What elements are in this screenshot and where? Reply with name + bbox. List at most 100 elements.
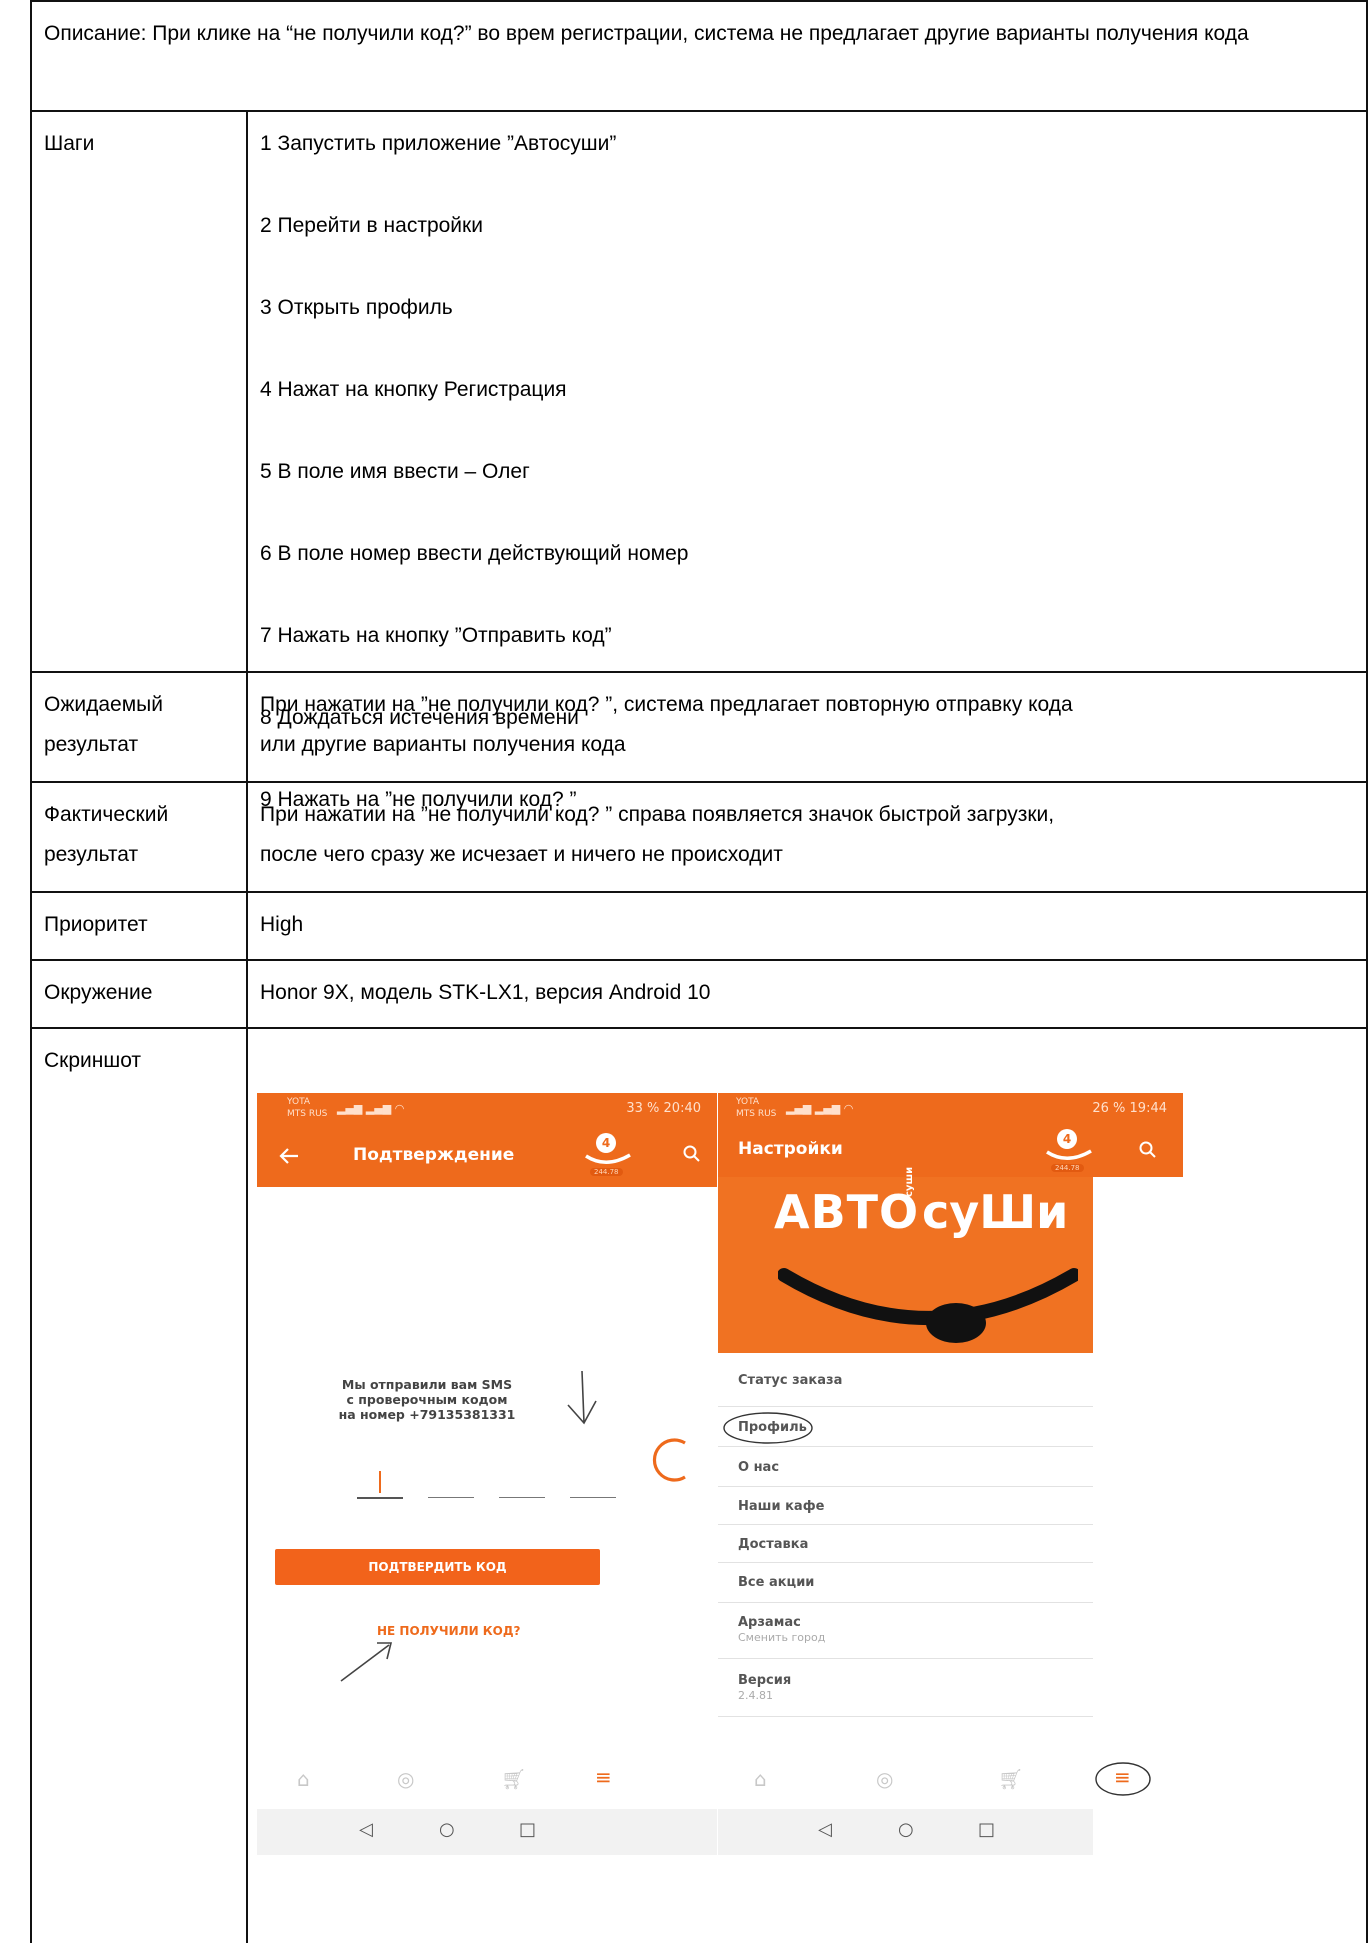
menu-item-order-status[interactable]: Статус заказа [718,1353,1093,1407]
cart-total: 244.78 [590,1168,623,1176]
screen-title: Подтверждение [353,1145,515,1165]
annotation-arrow-icon [340,1642,393,1682]
sms-message-line: с проверочным кодом [346,1392,508,1407]
system-home-icon[interactable]: ○ [439,1819,455,1840]
expected-line: При нажатии на ”не получили код? ”, сист… [260,693,1073,716]
signal-icon: ▂▄▆ ▂▄▆ ◠ [786,1102,854,1115]
cart-count-badge: 4 [596,1133,616,1153]
expected-label-line: Ожидаемый [44,693,163,716]
battery-time: 33 % 20:40 [626,1101,701,1116]
app-bar: Подтверждение 4 244.78 [257,1125,717,1187]
sushi-menu-icon[interactable]: ◎ [397,1767,414,1791]
bottom-navigation: ⌂ ◎ 🛒︎ ≡ [257,1753,717,1809]
carrier-name: MTS RUS [287,1109,328,1119]
back-arrow-icon[interactable] [279,1147,299,1165]
expected-line: или другие варианты получения кода [260,733,626,756]
sms-message-line: Мы отправили вам SMS [341,1377,513,1392]
step-item: 1 Запустить приложение ”Автосуши” [260,132,617,155]
menu-item-sublabel: 2.4.81 [738,1689,773,1702]
menu-item-label: О нас [738,1460,780,1475]
actual-line: после чего сразу же исчезает и ничего не… [260,843,783,866]
signal-icon: ▂▄▆ ▂▄▆ ◠ [337,1102,405,1115]
system-recents-icon[interactable]: □ [978,1819,995,1840]
code-input-2[interactable] [428,1497,474,1498]
description-row: Описание: При клике на “не получили код?… [32,0,1366,110]
smile-logo-icon [585,1153,631,1164]
menu-item-delivery[interactable]: Доставка [718,1525,1093,1563]
screenshot-label: Скриншот [44,1049,142,1072]
settings-menu: Статус заказа Профиль О нас Наши кафе До… [718,1353,1093,1793]
menu-item-sublabel: Сменить город [738,1631,826,1644]
system-navigation-bar: ◁ ○ □ [718,1809,1093,1855]
environment-row: Окружение Honor 9X, модель STK-LX1, верс… [32,959,1366,1027]
menu-item-label: Доставка [738,1537,809,1552]
menu-item-city[interactable]: Арзамас Сменить город [718,1603,1093,1659]
annotation-circle-icon [1095,1762,1151,1796]
description-text: Описание: При клике на “не получили код?… [44,22,1249,45]
step-item: 2 Перейти в настройки [260,214,483,237]
sms-message: Мы отправили вам SMS с проверочным кодом… [257,1377,597,1422]
steps-label: Шаги [44,132,95,155]
search-icon[interactable] [1139,1141,1157,1159]
expected-label-line: результат [44,733,139,756]
system-back-icon[interactable]: ◁ [818,1819,832,1840]
actual-row: Фактический результат При нажатии на ”не… [32,781,1366,891]
code-input-1[interactable] [357,1471,403,1499]
screen-title: Настройки [738,1139,843,1159]
home-icon[interactable]: ⌂ [297,1767,310,1791]
annotation-arrow-down-icon [567,1370,597,1425]
bottom-navigation: ⌂ ◎ 🛒︎ ≡ [718,1753,1183,1809]
brand-logo-left: АВТО [774,1185,920,1239]
expected-row: Ожидаемый результат При нажатии на ”не п… [32,671,1366,781]
menu-item-label: Версия [738,1673,792,1688]
carrier-name: YOTA [736,1097,760,1107]
environment-label: Окружение [44,981,153,1004]
hamburger-menu-icon[interactable]: ≡ [595,1765,612,1789]
menu-item-our-cafes[interactable]: Наши кафе [718,1487,1093,1525]
status-bar: YOTA MTS RUS ▂▄▆ ▂▄▆ ◠ 33 % 20:40 [257,1093,717,1125]
home-icon[interactable]: ⌂ [754,1767,767,1791]
menu-item-about[interactable]: О нас [718,1447,1093,1487]
system-back-icon[interactable]: ◁ [359,1819,373,1840]
priority-value: High [246,893,1366,959]
actual-label-line: результат [44,843,139,866]
actual-value: При нажатии на ”не получили код? ” справ… [246,783,1366,891]
actual-label: Фактический результат [32,783,244,891]
cart-badge-icon[interactable]: 4 244.78 [1045,1127,1095,1177]
priority-row: Приоритет High [32,891,1366,959]
priority-label: Приоритет [44,913,148,936]
system-home-icon[interactable]: ○ [898,1819,914,1840]
no-code-link[interactable]: НЕ ПОЛУЧИЛИ КОД? [377,1624,520,1638]
carrier-info: YOTA MTS RUS [736,1096,776,1120]
menu-item-label: Все акции [738,1575,815,1590]
actual-label-line: Фактический [44,803,169,826]
status-bar: YOTA MTS RUS ▂▄▆ ▂▄▆ ◠ 26 % 19:44 [718,1093,1183,1125]
menu-item-version: Версия 2.4.81 [718,1659,1093,1717]
phone-screenshot-confirmation: YOTA MTS RUS ▂▄▆ ▂▄▆ ◠ 33 % 20:40 Подтве… [257,1093,717,1858]
carrier-info: YOTA MTS RUS [287,1096,327,1120]
menu-item-profile[interactable]: Профиль [718,1407,1093,1447]
menu-item-label: Статус заказа [738,1373,843,1388]
cart-icon[interactable]: 🛒︎ [501,1767,526,1791]
sushi-menu-icon[interactable]: ◎ [876,1767,893,1791]
confirm-code-button[interactable]: ПОДТВЕРДИТЬ КОД [275,1549,600,1585]
menu-item-promotions[interactable]: Все акции [718,1563,1093,1603]
environment-value: Honor 9X, модель STK-LX1, версия Android… [246,961,1366,1027]
cart-badge-icon[interactable]: 4 244.78 [584,1131,634,1181]
step-item: 4 Нажат на кнопку Регистрация [260,378,567,401]
steps-list: 1 Запустить приложение ”Автосуши” 2 Пере… [246,112,1366,811]
carrier-name: YOTA [287,1097,311,1107]
code-input-4[interactable] [570,1497,616,1498]
step-item: 3 Открыть профиль [260,296,453,319]
search-icon[interactable] [683,1145,701,1163]
text-cursor [379,1471,381,1493]
loading-spinner-icon [652,1438,686,1482]
steps-row: Шаги 1 Запустить приложение ”Автосуши” 2… [32,110,1366,811]
code-input-3[interactable] [499,1497,545,1498]
system-recents-icon[interactable]: □ [519,1819,536,1840]
carrier-name: MTS RUS [736,1109,777,1119]
menu-item-label: Арзамас [738,1615,801,1630]
cart-icon[interactable]: 🛒︎ [998,1767,1023,1791]
phone-screenshot-settings: YOTA MTS RUS ▂▄▆ ▂▄▆ ◠ 26 % 19:44 Настро… [718,1093,1183,1858]
annotation-circle-icon [723,1412,813,1444]
